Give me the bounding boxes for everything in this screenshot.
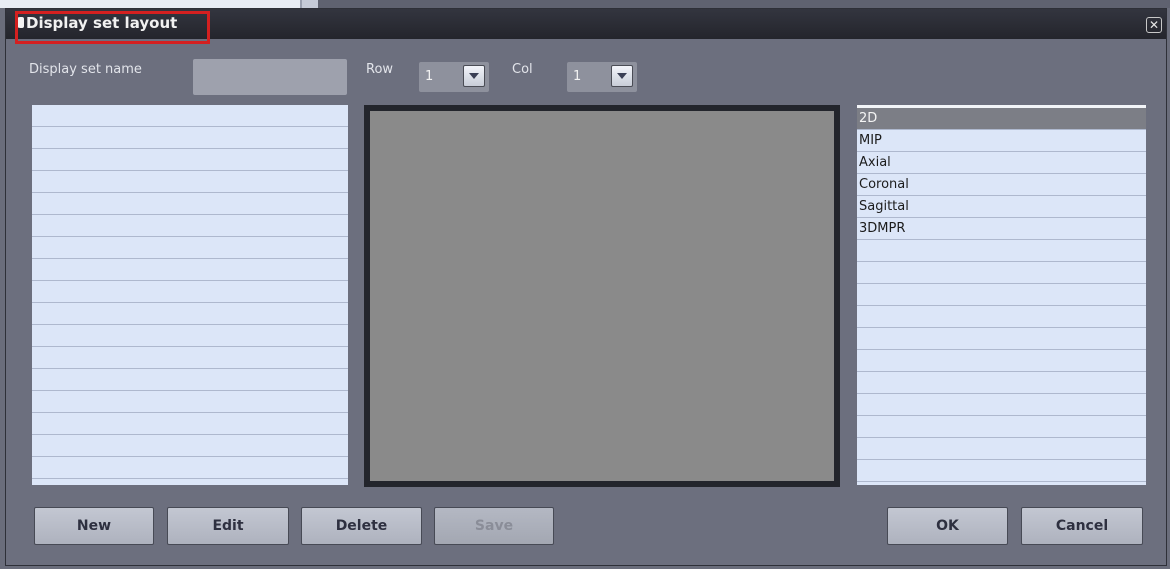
list-row[interactable] <box>857 416 1146 438</box>
list-row[interactable] <box>857 350 1146 372</box>
list-row[interactable] <box>857 438 1146 460</box>
background-app-panel <box>0 0 302 8</box>
list-row[interactable] <box>857 460 1146 482</box>
delete-button[interactable]: Delete <box>301 507 422 545</box>
list-row[interactable] <box>857 306 1146 328</box>
list-row[interactable] <box>857 394 1146 416</box>
row-label: Row <box>366 62 394 77</box>
view-type-item-axial[interactable]: Axial <box>857 152 1146 174</box>
list-row[interactable] <box>32 303 348 325</box>
list-row[interactable] <box>32 413 348 435</box>
row-dropdown-arrow-icon[interactable] <box>463 65 485 87</box>
list-row[interactable] <box>32 127 348 149</box>
view-type-item-sagittal[interactable]: Sagittal <box>857 196 1146 218</box>
ok-button[interactable]: OK <box>887 507 1008 545</box>
view-type-item-coronal[interactable]: Coronal <box>857 174 1146 196</box>
save-button[interactable]: Save <box>434 507 554 545</box>
list-row[interactable] <box>857 262 1146 284</box>
background-app-strip <box>0 0 1170 8</box>
background-app-panel-dark <box>318 0 1170 8</box>
list-row[interactable] <box>32 171 348 193</box>
col-select-value: 1 <box>573 69 582 84</box>
list-row[interactable] <box>32 193 348 215</box>
view-type-item-mip[interactable]: MIP <box>857 130 1146 152</box>
layout-preview[interactable] <box>364 105 840 487</box>
cancel-button[interactable]: Cancel <box>1021 507 1143 545</box>
list-row[interactable] <box>32 259 348 281</box>
col-label: Col <box>512 62 533 77</box>
list-row[interactable] <box>32 149 348 171</box>
list-row[interactable] <box>32 105 348 127</box>
list-row[interactable] <box>32 281 348 303</box>
view-type-list[interactable]: 2D MIP Axial Coronal Sagittal 3DMPR <box>857 105 1146 485</box>
list-row[interactable] <box>857 328 1146 350</box>
display-set-name-input[interactable] <box>193 59 347 95</box>
display-set-layout-dialog: Display set layout ✕ Display set name Ro… <box>5 8 1167 566</box>
close-button[interactable]: ✕ <box>1146 17 1162 33</box>
list-row[interactable] <box>857 284 1146 306</box>
list-row[interactable] <box>32 435 348 457</box>
list-row[interactable] <box>32 457 348 479</box>
list-row[interactable] <box>32 369 348 391</box>
edit-button[interactable]: Edit <box>167 507 289 545</box>
view-type-item-2d[interactable]: 2D <box>857 108 1146 130</box>
list-row[interactable] <box>857 240 1146 262</box>
title-highlight-box <box>15 11 210 44</box>
col-dropdown-arrow-icon[interactable] <box>611 65 633 87</box>
list-row[interactable] <box>857 372 1146 394</box>
view-type-item-3dmpr[interactable]: 3DMPR <box>857 218 1146 240</box>
list-row[interactable] <box>32 237 348 259</box>
col-select[interactable]: 1 <box>567 62 637 92</box>
row-select[interactable]: 1 <box>419 62 489 92</box>
display-set-list[interactable] <box>32 105 348 485</box>
list-row[interactable] <box>32 325 348 347</box>
row-select-value: 1 <box>425 69 434 84</box>
list-row[interactable] <box>32 215 348 237</box>
list-row[interactable] <box>32 347 348 369</box>
display-set-name-label: Display set name <box>29 62 142 77</box>
new-button[interactable]: New <box>34 507 154 545</box>
list-row[interactable] <box>32 391 348 413</box>
